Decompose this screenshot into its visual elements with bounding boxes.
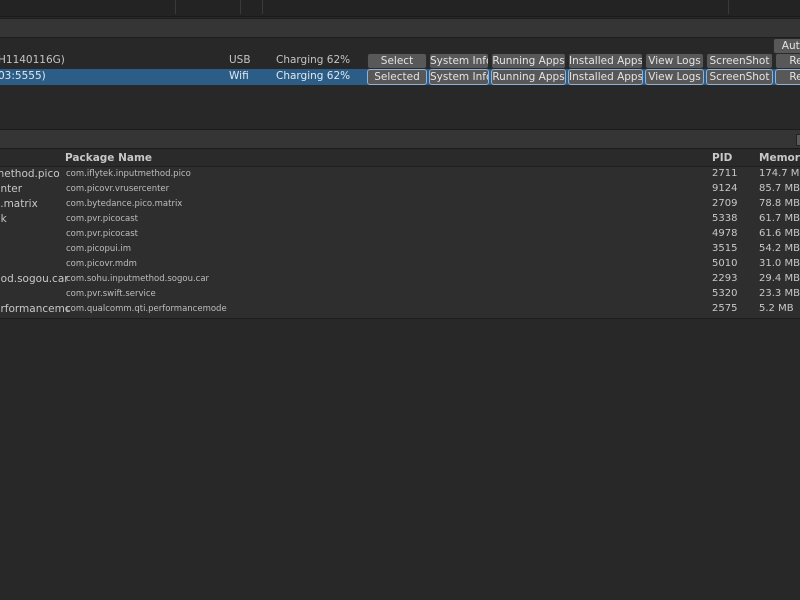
- battery-status: Charging 62%: [276, 54, 351, 66]
- device-row-wifi-selected[interactable]: 03:5555) Wifi Charging 62% Selected Syst…: [0, 69, 800, 85]
- memory-usage: 61.6 MB: [759, 228, 800, 239]
- pid: 4978: [712, 228, 738, 239]
- running-apps-button[interactable]: Running Apps: [491, 69, 566, 85]
- process-name: hod.sogou.car: [0, 273, 69, 285]
- package-name: com.picovr.mdm: [66, 259, 137, 269]
- memory-usage: 54.2 MB: [759, 243, 800, 254]
- tab-divider: [728, 0, 729, 14]
- tab-divider: [175, 0, 176, 14]
- col-header-pid[interactable]: PID: [712, 152, 732, 164]
- pid: 2709: [712, 198, 738, 209]
- memory-usage: 5.2 MB: [759, 303, 794, 314]
- memory-usage: 23.3 MB: [759, 288, 800, 299]
- col-header-memory[interactable]: Memory U: [759, 152, 800, 164]
- device-id: H1140116G): [0, 54, 65, 66]
- table-row[interactable]: method.pico com.iflytek.inputmethod.pico…: [0, 167, 800, 182]
- package-name: com.bytedance.pico.matrix: [66, 199, 183, 209]
- table-row[interactable]: nk com.pvr.picocast 5338 61.7 MB: [0, 212, 800, 227]
- pid: 5320: [712, 288, 738, 299]
- table-row[interactable]: e com.pvr.swift.service 5320 23.3 MB: [0, 287, 800, 302]
- package-name: com.pvr.picocast: [66, 214, 138, 224]
- installed-apps-button[interactable]: Installed Apps: [568, 53, 643, 69]
- panel-toggle[interactable]: [796, 134, 800, 146]
- memory-usage: 31.0 MB: [759, 258, 800, 269]
- view-logs-button[interactable]: View Logs: [645, 69, 704, 85]
- screenshot-button[interactable]: ScreenShot: [706, 53, 773, 69]
- package-name: com.sohu.inputmethod.sogou.car: [66, 274, 210, 284]
- table-row[interactable]: o.matrix com.bytedance.pico.matrix 2709 …: [0, 197, 800, 212]
- package-name: com.picovr.vrusercenter: [66, 184, 170, 194]
- system-info-button[interactable]: System Info: [429, 53, 489, 69]
- process-table-header: Package Name PID Memory U: [0, 150, 800, 167]
- running-apps-button[interactable]: Running Apps: [491, 53, 566, 69]
- connection-type: USB: [229, 54, 251, 66]
- process-name: o.matrix: [0, 198, 38, 210]
- window-top-strip: [0, 0, 800, 17]
- process-name: method.pico: [0, 168, 60, 180]
- view-logs-button[interactable]: View Logs: [645, 53, 704, 69]
- pid: 2575: [712, 303, 738, 314]
- process-name: nk: [0, 213, 7, 225]
- select-button[interactable]: Select: [367, 53, 427, 69]
- battery-status: Charging 62%: [276, 70, 351, 82]
- table-row[interactable]: com.picovr.mdm 5010 31.0 MB: [0, 257, 800, 272]
- installed-apps-button[interactable]: Installed Apps: [568, 69, 643, 85]
- selected-button[interactable]: Selected: [367, 69, 427, 85]
- device-row-usb[interactable]: H1140116G) USB Charging 62% Select Syste…: [0, 53, 800, 69]
- reboot-button[interactable]: Re: [775, 69, 800, 85]
- package-name: com.pvr.picocast: [66, 229, 138, 239]
- pid: 5338: [712, 213, 738, 224]
- device-panel-header: [0, 18, 800, 38]
- package-name: com.picopui.im: [66, 244, 131, 254]
- system-info-button[interactable]: System Info: [429, 69, 489, 85]
- connection-type: Wifi: [229, 70, 249, 82]
- table-row[interactable]: com.pvr.picocast 4978 61.6 MB: [0, 227, 800, 242]
- memory-usage: 85.7 MB: [759, 183, 800, 194]
- memory-usage: 174.7 MB: [759, 168, 800, 179]
- screenshot-button[interactable]: ScreenShot: [706, 69, 773, 85]
- memory-usage: 78.8 MB: [759, 198, 800, 209]
- device-id: 03:5555): [0, 70, 46, 82]
- table-row[interactable]: com.picopui.im 3515 54.2 MB: [0, 242, 800, 257]
- table-row[interactable]: enter com.picovr.vrusercenter 9124 85.7 …: [0, 182, 800, 197]
- reboot-button[interactable]: Re: [775, 53, 800, 69]
- process-name: enter: [0, 183, 23, 195]
- package-name: com.pvr.swift.service: [66, 289, 156, 299]
- pid: 3515: [712, 243, 738, 254]
- process-panel-header: [0, 129, 800, 149]
- package-name: com.qualcomm.qti.performancemode: [66, 304, 227, 314]
- table-row[interactable]: hod.sogou.car com.sohu.inputmethod.sogou…: [0, 272, 800, 287]
- col-header-package[interactable]: Package Name: [65, 152, 152, 164]
- pid: 9124: [712, 183, 738, 194]
- memory-usage: 29.4 MB: [759, 273, 800, 284]
- package-name: com.iflytek.inputmethod.pico: [66, 169, 191, 179]
- process-name: erformancemc: [0, 303, 71, 315]
- memory-usage: 61.7 MB: [759, 213, 800, 224]
- tab-divider: [240, 0, 241, 14]
- tab-divider: [262, 0, 263, 14]
- process-list: method.pico com.iflytek.inputmethod.pico…: [0, 167, 800, 319]
- pid: 2711: [712, 168, 738, 179]
- table-row[interactable]: erformancemc com.qualcomm.qti.performanc…: [0, 302, 800, 317]
- pid: 2293: [712, 273, 738, 284]
- pid: 5010: [712, 258, 738, 269]
- auto-button[interactable]: Auto: [773, 38, 800, 54]
